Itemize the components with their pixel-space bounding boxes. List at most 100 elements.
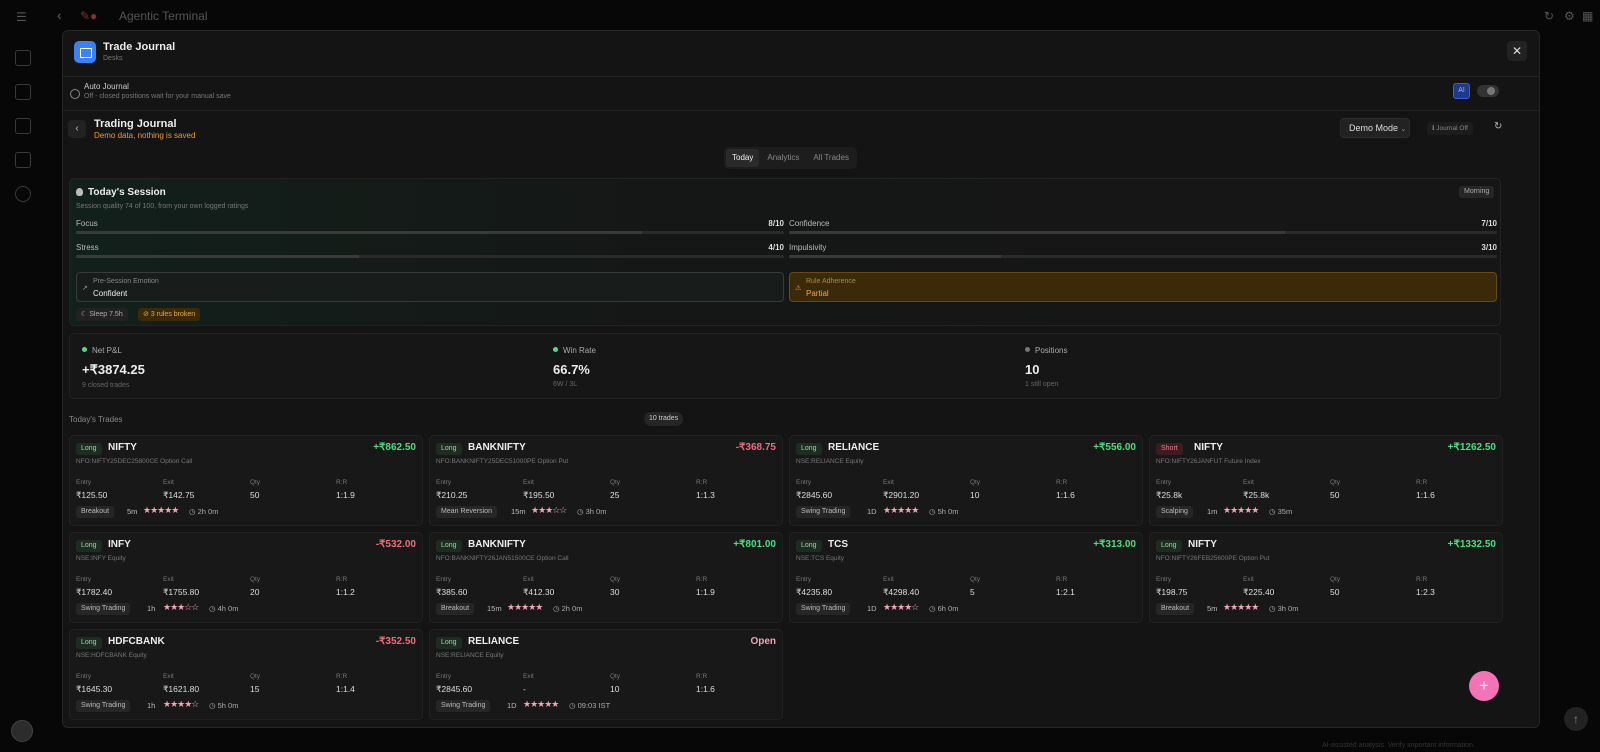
trade-card[interactable]: Long BANKNIFTY -₹368.75 NFO:BANKNIFTY25DEC5… xyxy=(429,435,783,526)
close-button[interactable]: ✕ xyxy=(1507,41,1527,61)
tab-today[interactable]: Today xyxy=(726,149,760,167)
exit-value: ₹1755.80 xyxy=(163,587,200,597)
rr-value: 1:1.6 xyxy=(696,684,715,694)
trade-card[interactable]: Long RELIANCE +₹556.00 NSE:RELIANCE Equity E… xyxy=(789,435,1143,526)
trade-symbol: BANKNIFTY xyxy=(468,442,526,453)
rr-value: 1:1.9 xyxy=(696,587,715,597)
duration: ◷ 5h 0m xyxy=(209,701,239,710)
metric-fill xyxy=(789,255,1002,258)
stat-net-pnl: Net P&L +₹3874.25 9 closed trades xyxy=(82,346,145,389)
trade-card[interactable]: Long NIFTY +₹1332.50 NFO:NIFTY26FEB25600PE … xyxy=(1149,532,1503,623)
metric-label: Focus xyxy=(76,219,98,228)
metric-confidence: Confidence 7/10 xyxy=(789,219,1497,239)
user-icon[interactable] xyxy=(15,186,31,202)
trade-card[interactable]: Long TCS +₹313.00 NSE:TCS Equity Entry Exit Qt… xyxy=(789,532,1143,623)
auto-journal-toggle[interactable] xyxy=(1477,85,1499,97)
journal-header: ‹ Trading Journal Demo data, nothing is … xyxy=(63,112,1539,146)
tab-analytics[interactable]: Analytics xyxy=(761,149,805,167)
strategy-tag: Swing Trading xyxy=(436,700,491,712)
stat-label: Positions xyxy=(1035,346,1068,355)
side-badge: Long xyxy=(796,443,822,455)
exit-value: ₹2901.20 xyxy=(883,490,920,500)
trade-instrument: NSE:HDFCBANK Equity xyxy=(76,652,147,659)
session-title-text: Today's Session xyxy=(88,187,166,198)
ai-badge[interactable]: AI xyxy=(1453,83,1470,99)
trade-symbol: NIFTY xyxy=(1188,539,1217,550)
tab-all-trades[interactable]: All Trades xyxy=(807,149,855,167)
entry-label: Entry xyxy=(796,479,812,486)
moon-icon: ☾ xyxy=(81,311,90,318)
duration: ◷ 5h 0m xyxy=(929,507,959,516)
trade-card[interactable]: Long BANKNIFTY +₹801.00 NFO:BANKNIFTY26JAN5… xyxy=(429,532,783,623)
metric-bar xyxy=(76,255,784,258)
add-trade-button[interactable]: + xyxy=(1469,671,1499,701)
stat-sub: 1 still open xyxy=(1025,381,1059,388)
trade-card[interactable]: Long RELIANCE Open NSE:RELIANCE Equity Entry… xyxy=(429,629,783,720)
trade-pnl: +₹313.00 xyxy=(1093,539,1136,550)
exit-label: Exit xyxy=(523,673,534,680)
exit-label: Exit xyxy=(523,576,534,583)
settings-icon[interactable]: ⚙ xyxy=(1564,9,1575,23)
trade-card[interactable]: Short NIFTY +₹1262.50 NFO:NIFTY26JANFUT Fut… xyxy=(1149,435,1503,526)
metric-value: 7/10 xyxy=(1481,219,1497,228)
modal-title: Trade Journal xyxy=(103,41,176,53)
trade-pnl: -₹532.00 xyxy=(375,539,416,550)
metric-fill xyxy=(789,231,1285,234)
sleep-chip-label: Sleep 7.5h xyxy=(89,311,123,318)
metric-impulsivity: Impulsivity 3/10 xyxy=(789,243,1497,263)
chat-icon[interactable] xyxy=(15,152,31,168)
metric-fill xyxy=(76,231,643,234)
journal-off-badge[interactable]: ℹ︎ Journal Off xyxy=(1427,122,1473,135)
exit-value: - xyxy=(523,684,526,694)
chart-icon[interactable] xyxy=(15,84,31,100)
exit-value: ₹4298.40 xyxy=(883,587,920,597)
entry-value: ₹198.75 xyxy=(1156,587,1188,597)
trade-instrument: NSE:RELIANCE Equity xyxy=(436,652,504,659)
trade-instrument: NFO:BANKNIFTY25DEC51000PE Option Put xyxy=(436,458,569,465)
qty-value: 50 xyxy=(1330,490,1340,500)
metric-bar xyxy=(789,255,1497,258)
exit-value: ₹195.50 xyxy=(523,490,555,500)
exit-label: Exit xyxy=(523,479,534,486)
qty-label: Qty xyxy=(250,479,261,486)
grid-icon[interactable] xyxy=(15,50,31,66)
trade-symbol: NIFTY xyxy=(1194,442,1223,453)
trade-pnl: -₹368.75 xyxy=(735,442,776,453)
trade-card[interactable]: Long NIFTY +₹862.50 NFO:NIFTY25DEC25800CE O… xyxy=(69,435,423,526)
demo-mode-dropdown[interactable]: Demo Mode ⌄ xyxy=(1340,118,1410,138)
session-panel: Today's Session Session quality 74 of 10… xyxy=(69,178,1501,326)
entry-label: Entry xyxy=(1156,479,1172,486)
back-button[interactable]: ‹ xyxy=(68,120,86,138)
exit-label: Exit xyxy=(1243,479,1254,486)
trade-card[interactable]: Long HDFCBANK -₹352.50 NSE:HDFCBANK Equity E… xyxy=(69,629,423,720)
rr-value: 1:1.6 xyxy=(1056,490,1075,500)
rr-label: R:R xyxy=(336,576,348,583)
trade-symbol: NIFTY xyxy=(108,442,137,453)
avatar[interactable] xyxy=(11,720,33,742)
refresh-icon[interactable]: ↻ xyxy=(1544,9,1554,23)
apps-icon[interactable] xyxy=(15,118,31,134)
duration: ◷ 35m xyxy=(1269,507,1293,516)
exit-value: ₹25.8k xyxy=(1243,490,1270,500)
layout-icon[interactable]: ▦ xyxy=(1582,9,1593,23)
menu-icon[interactable]: ☰ xyxy=(16,10,27,24)
refresh-button[interactable]: ↻ xyxy=(1494,121,1502,132)
qty-label: Qty xyxy=(1330,479,1341,486)
session-time-badge: Morning xyxy=(1459,186,1495,198)
scroll-top-button[interactable]: ↑ xyxy=(1564,707,1588,731)
qty-label: Qty xyxy=(250,576,261,583)
rr-label: R:R xyxy=(1056,479,1068,486)
timeframe: 1h xyxy=(147,604,156,613)
strategy-tag: Swing Trading xyxy=(796,603,851,615)
auto-journal-row: Auto Journal Off - closed positions wait… xyxy=(63,77,1539,111)
rating-stars-icon: ★★★☆☆ xyxy=(531,505,567,515)
trade-pnl: +₹801.00 xyxy=(733,539,776,550)
rr-label: R:R xyxy=(336,673,348,680)
trade-pnl: +₹1262.50 xyxy=(1447,442,1496,453)
strategy-tag: Breakout xyxy=(1156,603,1195,615)
trade-pnl: Open xyxy=(750,636,776,647)
exit-label: Exit xyxy=(883,576,894,583)
trade-card[interactable]: Long INFY -₹532.00 NSE:INFY Equity Entry Exit… xyxy=(69,532,423,623)
back-arrow-icon[interactable]: ‹ xyxy=(57,7,62,23)
metric-fill xyxy=(76,255,360,258)
